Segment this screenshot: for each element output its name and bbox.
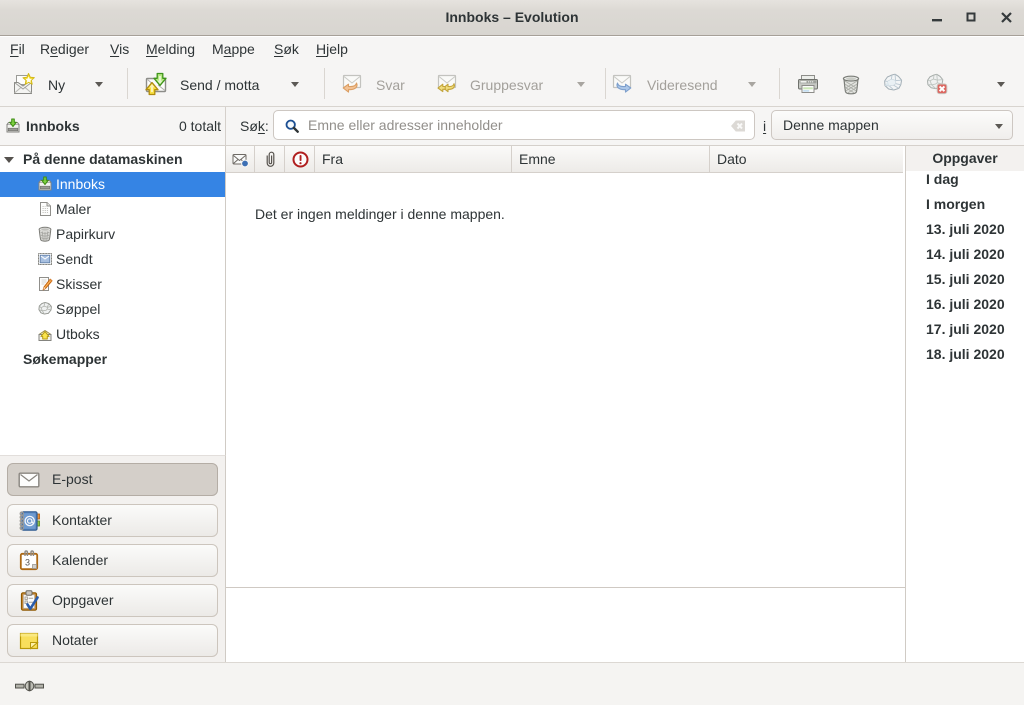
- svg-text:3: 3: [25, 558, 30, 568]
